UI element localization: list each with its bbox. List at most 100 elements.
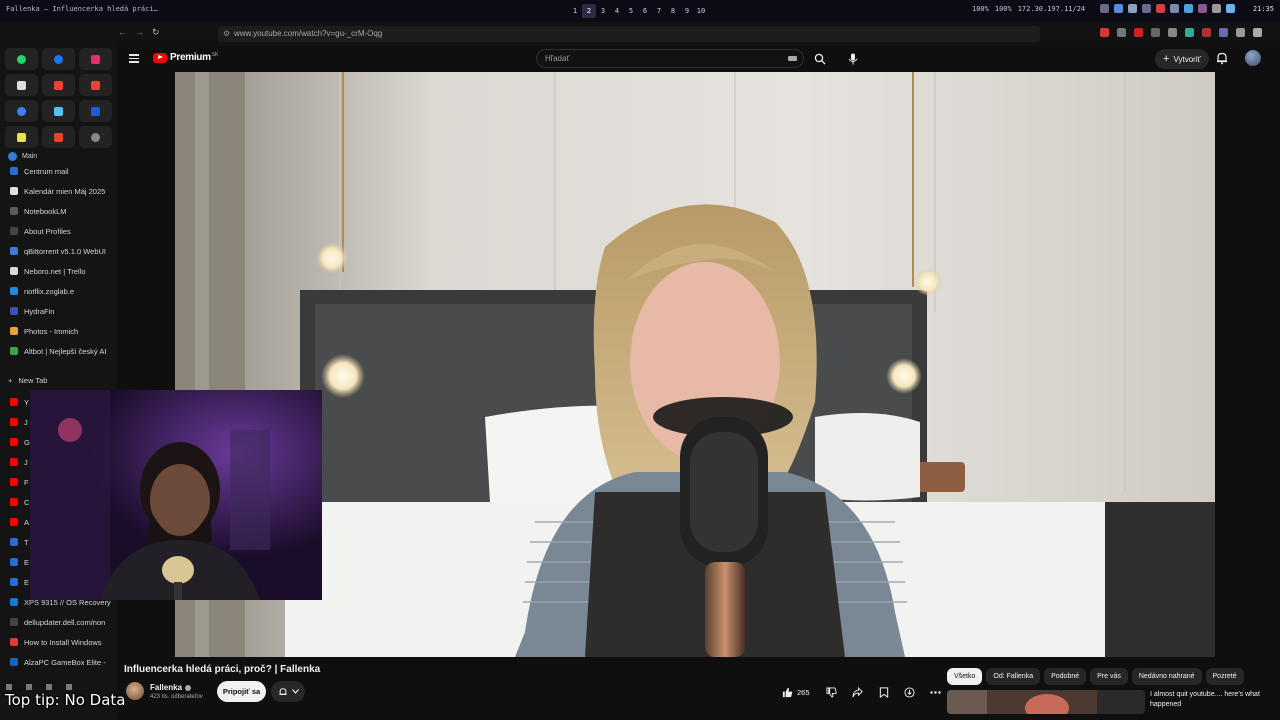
channel-avatar[interactable] <box>126 682 144 700</box>
prev-icon[interactable] <box>6 684 12 690</box>
sidebar-item[interactable]: Neboro.net | Trello <box>0 261 117 281</box>
pinned-drive[interactable] <box>42 100 75 122</box>
sidebar-item[interactable]: Kalendár mien Máj 2025 <box>0 181 117 201</box>
bookmark-icon <box>879 686 888 698</box>
workspace-7[interactable]: 7 <box>652 4 666 18</box>
pinned-app[interactable] <box>79 100 112 122</box>
pinned-gitlab[interactable] <box>42 126 75 148</box>
pinned-gmail[interactable] <box>42 74 75 96</box>
sidebar-item[interactable]: About Profiles <box>0 221 117 241</box>
recommended-video-thumbnail[interactable] <box>947 690 1145 714</box>
download-button[interactable] <box>900 682 920 702</box>
reload-icon[interactable]: ↻ <box>152 27 160 38</box>
search-button[interactable] <box>808 49 832 68</box>
sidebar-item[interactable]: notflix.zoglab.e <box>0 281 117 301</box>
youtube-logo[interactable]: Premium SK <box>153 52 218 63</box>
workspace-5[interactable]: 5 <box>624 4 638 18</box>
tray-icon[interactable] <box>1184 4 1193 13</box>
pinned-whatsapp[interactable] <box>5 48 38 70</box>
workspace-1[interactable]: 1 <box>568 4 582 18</box>
save-button[interactable] <box>874 682 894 702</box>
sidebar-section-main[interactable]: Main <box>8 152 37 161</box>
menu-icon[interactable] <box>129 54 139 63</box>
new-tab-button[interactable]: + New Tab <box>8 376 47 385</box>
extension-icon[interactable] <box>1117 28 1126 37</box>
share-button[interactable] <box>848 682 868 702</box>
chip-from-channel[interactable]: Od: Fallenka <box>986 668 1041 685</box>
dislike-button[interactable] <box>822 682 842 702</box>
tray-icon[interactable] <box>1142 4 1151 13</box>
notes-icon <box>17 132 26 142</box>
tab-label: C <box>24 497 30 507</box>
sidebar-item[interactable]: Photos - Immich <box>0 321 117 341</box>
search-input[interactable]: Hľadať <box>536 49 804 68</box>
like-button[interactable]: 265 <box>776 682 816 702</box>
sidebar-tab[interactable]: dellupdater.dell.com/non <box>0 612 117 632</box>
pinned-notes[interactable] <box>5 126 38 148</box>
workspace-9[interactable]: 9 <box>680 4 694 18</box>
pinned-messenger[interactable] <box>42 48 75 70</box>
workspace-4[interactable]: 4 <box>610 4 624 18</box>
tray-icon[interactable] <box>1170 4 1179 13</box>
sidebar-item[interactable]: Altbot | Nejlepší český AI <box>0 341 117 361</box>
extension-icon[interactable] <box>1151 28 1160 37</box>
extension-icon[interactable] <box>1100 28 1109 37</box>
next-icon[interactable] <box>46 684 52 690</box>
chip-related[interactable]: Podobné <box>1044 668 1087 685</box>
sidebar-item[interactable]: qBittorrent v5.1.0 WebUI <box>0 241 117 261</box>
extension-icon[interactable] <box>1168 28 1177 37</box>
extension-icon[interactable] <box>1253 28 1262 37</box>
sidebar-item[interactable]: NotebookLM <box>0 201 117 221</box>
sidebar-item[interactable]: Centrum mail <box>0 161 117 181</box>
address-bar[interactable]: ⚙ www.youtube.com/watch?v=gu-_crM-Oqg <box>218 26 1040 42</box>
sidebar-tab[interactable]: How to Install Windows <box>0 632 117 652</box>
pinned-github[interactable] <box>79 126 112 148</box>
pinned-instagram[interactable] <box>79 48 112 70</box>
chip-all[interactable]: Všetko <box>947 668 983 685</box>
pinned-gmail-2[interactable] <box>79 74 112 96</box>
tray-icon[interactable] <box>1114 4 1123 13</box>
chip-for-you[interactable]: Pre vás <box>1090 668 1128 685</box>
join-button[interactable]: Pripojiť sa <box>217 681 266 702</box>
extension-icon[interactable] <box>1236 28 1245 37</box>
subscription-bell-button[interactable] <box>271 681 305 702</box>
extension-icon[interactable] <box>1219 28 1228 37</box>
workspace-8[interactable]: 8 <box>666 4 680 18</box>
forward-icon[interactable]: → <box>135 27 144 38</box>
chip-recently-uploaded[interactable]: Nedávno nahrané <box>1131 668 1202 685</box>
extension-icon[interactable] <box>1185 28 1194 37</box>
sidebar-tab[interactable]: AlzaPC GameBox Elite - <box>0 652 117 672</box>
search-icon <box>814 53 826 64</box>
subscriber-count: 423 tis. odberateľov <box>150 694 203 700</box>
account-avatar[interactable] <box>1245 50 1261 66</box>
play-icon[interactable] <box>26 684 32 690</box>
volume-icon[interactable] <box>66 684 72 690</box>
sidebar-item[interactable]: HydraFin <box>0 301 117 321</box>
pinned-x[interactable] <box>5 74 38 96</box>
back-icon[interactable]: ← <box>118 27 127 38</box>
tray-icon[interactable] <box>1128 4 1137 13</box>
create-button[interactable]: + Vytvoriť <box>1155 49 1209 69</box>
voice-search-button[interactable] <box>841 49 865 68</box>
extension-icon[interactable] <box>1202 28 1211 37</box>
site-info-icon[interactable]: ⚙ <box>223 26 230 42</box>
workspace-6[interactable]: 6 <box>638 4 652 18</box>
video-player[interactable] <box>175 72 1215 657</box>
workspace-2[interactable]: 2 <box>582 4 596 18</box>
extension-icon[interactable] <box>1134 28 1143 37</box>
x-icon <box>17 80 26 90</box>
workspace-10[interactable]: 10 <box>694 4 708 18</box>
chip-watched[interactable]: Pozreté <box>1205 668 1244 685</box>
notifications-button[interactable] <box>1215 51 1231 67</box>
tray-icon[interactable] <box>1226 4 1235 13</box>
keyboard-icon[interactable] <box>788 56 797 61</box>
tray-icon[interactable] <box>1198 4 1207 13</box>
recommended-video-title[interactable]: I almost quit youtube.... here's what ha… <box>1150 690 1275 710</box>
tray-icon[interactable] <box>1156 4 1165 13</box>
more-actions-button[interactable] <box>926 682 946 702</box>
workspace-3[interactable]: 3 <box>596 4 610 18</box>
pinned-chat[interactable] <box>5 100 38 122</box>
tray-icon[interactable] <box>1212 4 1221 13</box>
channel-name[interactable]: Fallenka <box>150 683 192 692</box>
tray-icon[interactable] <box>1100 4 1109 13</box>
